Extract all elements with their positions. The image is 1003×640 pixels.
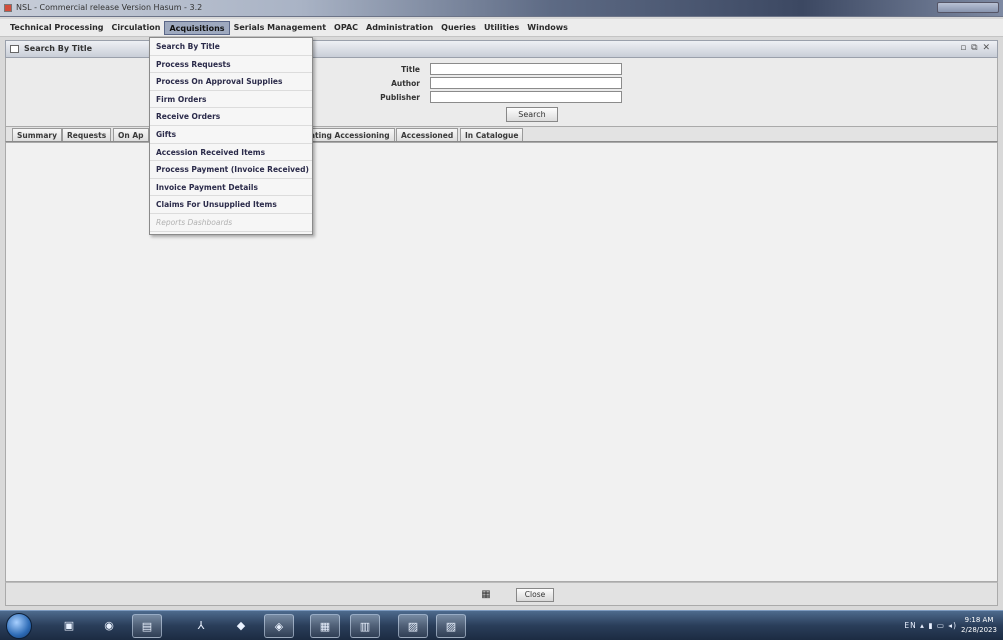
bottom-button-bar: ▦ Close [5,582,998,606]
menu-bar: Technical Processing Circulation Acquisi… [0,19,1003,37]
title-input[interactable] [430,63,622,75]
app-icon [4,4,12,12]
menu-item-claims[interactable]: Claims For Unsupplied Items [150,196,312,214]
window-controls[interactable] [937,2,999,13]
menu-utilities[interactable]: Utilities [480,21,523,35]
app-icon-3[interactable]: ▦ [310,614,340,638]
menu-item-process-requests[interactable]: Process Requests [150,56,312,74]
taskbar: ▣ ◉ ▤ ⅄ ◆ ◈ ▦ ▥ ▨ ▨ EN ▴ ▮ ▭ ◂) 9:18 AM … [0,610,1003,640]
menu-item-search-by-title[interactable]: Search By Title [150,38,312,56]
media-icon[interactable]: ◆ [226,614,256,638]
menu-item-invoice-payment-details[interactable]: Invoice Payment Details [150,179,312,197]
acquisitions-dropdown-menu: Search By Title Process Requests Process… [149,37,313,235]
chrome-icon[interactable]: ◉ [94,614,124,638]
explorer-icon[interactable]: ▣ [54,614,84,638]
tab-summary[interactable]: Summary [12,128,63,141]
publisher-label: Publisher [380,93,420,102]
close-button[interactable]: Close [516,588,554,602]
tray-icons[interactable]: ▴ ▮ ▭ ◂) [920,621,957,630]
language-indicator[interactable]: EN [904,621,916,630]
menu-circulation[interactable]: Circulation [108,21,165,35]
menu-item-accession-received[interactable]: Accession Received Items [150,144,312,162]
menu-queries[interactable]: Queries [437,21,480,35]
grid-icon[interactable]: ▦ [478,588,494,601]
author-input[interactable] [430,77,622,89]
app-icon-5[interactable]: ▨ [398,614,428,638]
tab-requests[interactable]: Requests [62,128,112,141]
menu-item-gifts[interactable]: Gifts [150,126,312,144]
app-icon-4[interactable]: ▥ [350,614,380,638]
tab-on-approval[interactable]: On Ap [113,128,149,141]
search-button[interactable]: Search [506,107,558,122]
tab-in-catalogue[interactable]: In Catalogue [460,128,524,141]
system-tray[interactable]: EN ▴ ▮ ▭ ◂) [904,621,957,630]
menu-acquisitions[interactable]: Acquisitions [164,20,230,35]
menu-item-process-payment[interactable]: Process Payment (Invoice Received) [150,161,312,179]
clock-date: 2/28/2023 [961,626,997,634]
tab-awaiting-accessioning[interactable]: ating Accessioning [305,128,395,141]
app-icon-1[interactable]: ▤ [132,614,162,638]
system-clock[interactable]: 9:18 AM 2/28/2023 [959,615,999,635]
clock-time: 9:18 AM [964,616,994,624]
menu-technical-processing[interactable]: Technical Processing [6,21,108,35]
publisher-input[interactable] [430,91,622,103]
start-button[interactable] [6,613,32,639]
menu-item-process-on-approval[interactable]: Process On Approval Supplies [150,73,312,91]
pdf-reader-icon[interactable]: ⅄ [186,614,216,638]
window-title: NSL - Commercial release Version Hasum -… [16,3,203,12]
author-label: Author [391,79,420,88]
app-icon-6[interactable]: ▨ [436,614,466,638]
app-icon-2[interactable]: ◈ [264,614,294,638]
title-label: Title [401,65,420,74]
menu-item-reports: Reports Dashboards [150,214,312,232]
menu-item-receive-orders[interactable]: Receive Orders [150,108,312,126]
frame-title: Search By Title [24,44,93,53]
menu-item-firm-orders[interactable]: Firm Orders [150,91,312,109]
frame-controls[interactable]: ▫ ⧉ ✕ [960,43,991,53]
menu-opac[interactable]: OPAC [330,21,362,35]
menu-administration[interactable]: Administration [362,21,437,35]
tab-accessioned[interactable]: Accessioned [396,128,459,141]
menu-windows[interactable]: Windows [523,21,572,35]
menu-serials-management[interactable]: Serials Management [230,21,330,35]
title-bar: NSL - Commercial release Version Hasum -… [0,0,1003,17]
frame-icon [10,45,19,53]
